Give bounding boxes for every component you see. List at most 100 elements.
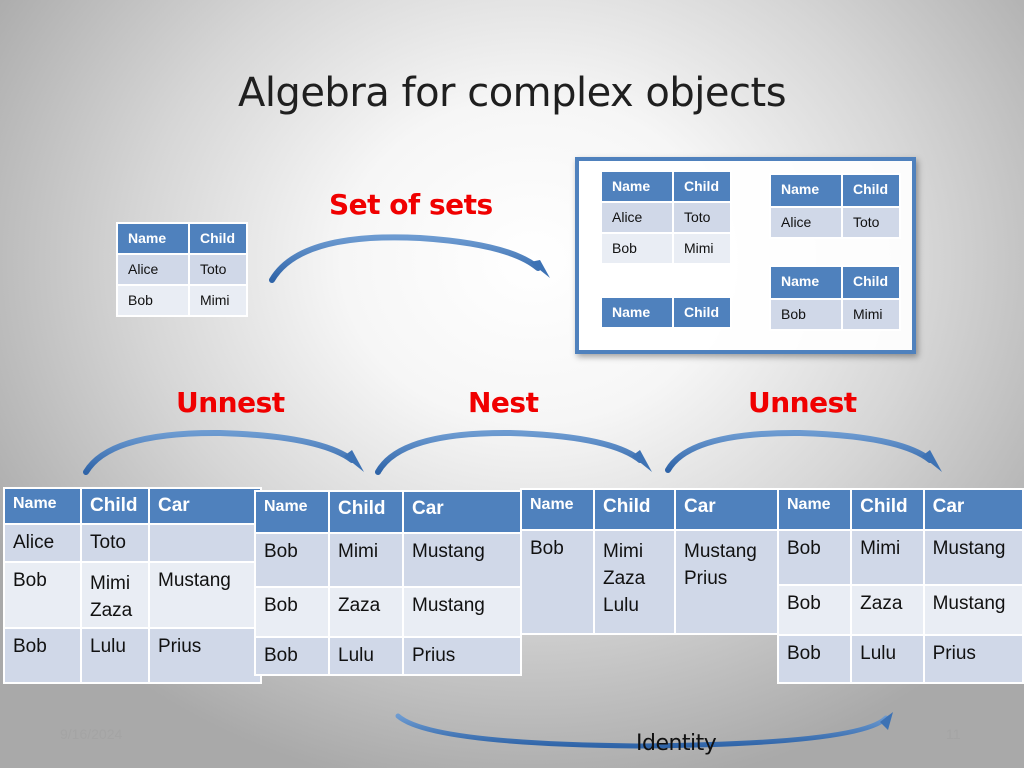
- table-header-row: Name Child Car: [254, 490, 522, 534]
- header-name: Name: [776, 488, 853, 531]
- cell: Mustang: [922, 529, 1024, 586]
- cell: Prius: [402, 636, 522, 676]
- header-name: Name: [3, 487, 82, 525]
- header-child: Child: [188, 222, 248, 255]
- cell: Zaza: [850, 584, 925, 636]
- cell: Mustang: [922, 584, 1024, 636]
- nested-table-2: Name Child Car Bob Mimi Zaza Lulu Mustan…: [520, 488, 782, 635]
- flat-table-2: Name Child Car Bob Mimi Mustang Bob Zaza…: [254, 490, 522, 676]
- header-name: Name: [769, 173, 843, 208]
- header-car: Car: [402, 490, 522, 534]
- table-header-row: Name Child: [116, 222, 248, 255]
- table-row: Bob Mimi Mustang: [254, 532, 522, 588]
- table-row: Bob Mimi: [769, 298, 901, 331]
- cell: Toto: [672, 201, 732, 234]
- table-row: Bob Mimi Mustang: [776, 529, 1024, 586]
- cell: Mimi Zaza: [80, 561, 150, 629]
- header-child: Child: [672, 296, 732, 329]
- table-header-row: Name Child Car: [3, 487, 262, 525]
- cell: Mustang: [148, 561, 262, 629]
- cell: Toto: [841, 206, 901, 239]
- cell: [148, 523, 262, 563]
- unnest-right-label: Unnest: [748, 386, 857, 419]
- header-car: Car: [148, 487, 262, 525]
- table-row: Bob Zaza Mustang: [776, 584, 1024, 636]
- table-row: Bob Lulu Prius: [776, 634, 1024, 684]
- header-name: Name: [254, 490, 330, 534]
- cell: Bob: [769, 298, 843, 331]
- header-child: Child: [850, 488, 925, 531]
- cell: Lulu: [80, 627, 150, 684]
- cell: Bob: [776, 584, 853, 636]
- set-alice-table: Name Child Alice Toto: [769, 173, 901, 239]
- header-child: Child: [841, 265, 901, 300]
- flat-table-3: Name Child Car Bob Mimi Mustang Bob Zaza…: [776, 488, 1024, 684]
- set-of-sets-label: Set of sets: [329, 188, 493, 221]
- cell: Lulu: [850, 634, 925, 684]
- header-car: Car: [674, 488, 782, 531]
- table-row: Bob Lulu Prius: [254, 636, 522, 676]
- set-outer-table: Name Child Alice Toto Bob Mimi: [600, 170, 732, 265]
- cell: Bob: [254, 586, 330, 638]
- cell: Zaza: [328, 586, 404, 638]
- cell: Bob: [3, 561, 82, 629]
- table-row: Bob Mimi: [116, 284, 248, 317]
- set-bob-table: Name Child Bob Mimi: [769, 265, 901, 331]
- header-name: Name: [116, 222, 190, 255]
- unnest-right-arrow: [665, 429, 942, 473]
- table-row: Bob Mimi Zaza Mustang: [3, 561, 262, 629]
- header-car: Car: [922, 488, 1024, 531]
- cell: Mimi Zaza Lulu: [593, 529, 676, 635]
- table-row: Bob Mimi Zaza Lulu Mustang Prius: [520, 529, 782, 635]
- table-row: Bob Lulu Prius: [3, 627, 262, 684]
- cell: Mimi: [328, 532, 404, 588]
- cell: Bob: [520, 529, 595, 635]
- cell: Mimi: [841, 298, 901, 331]
- cell: Lulu: [328, 636, 404, 676]
- header-name: Name: [769, 265, 843, 300]
- header-name: Name: [520, 488, 595, 531]
- table-header-row: Name Child: [600, 170, 732, 203]
- cell: Mustang: [402, 586, 522, 638]
- cell: Mimi: [850, 529, 925, 586]
- header-child: Child: [80, 487, 150, 525]
- table-header-row: Name Child: [769, 173, 901, 208]
- cell: Mustang Prius: [674, 529, 782, 635]
- cell: Bob: [254, 636, 330, 676]
- header-child: Child: [593, 488, 676, 531]
- cell: Prius: [922, 634, 1024, 684]
- footer-date: 9/16/2024: [60, 726, 123, 742]
- cell: Bob: [116, 284, 190, 317]
- unnest-left-arrow: [83, 429, 364, 475]
- table-row: Bob Zaza Mustang: [254, 586, 522, 638]
- unnest-left-label: Unnest: [176, 386, 285, 419]
- footer-page-number: 11: [946, 726, 961, 742]
- cell: Bob: [254, 532, 330, 588]
- cell: Bob: [3, 627, 82, 684]
- table-header-row: Name Child Car: [776, 488, 1024, 531]
- cell: Mustang: [402, 532, 522, 588]
- cell: Mimi: [672, 232, 732, 265]
- flat-table: Name Child Alice Toto Bob Mimi: [116, 222, 248, 317]
- table-row: Alice Toto: [769, 206, 901, 239]
- table-row: Alice Toto: [600, 201, 732, 234]
- table-row: Alice Toto: [116, 253, 248, 286]
- table-row: Bob Mimi: [600, 232, 732, 265]
- cell: Bob: [776, 634, 853, 684]
- cell: Mimi: [188, 284, 248, 317]
- nest-label: Nest: [468, 386, 539, 419]
- header-child: Child: [672, 170, 732, 203]
- table-row: Alice Toto: [3, 523, 262, 563]
- identity-label: Identity: [636, 731, 717, 756]
- cell: Alice: [769, 206, 843, 239]
- cell: Alice: [116, 253, 190, 286]
- header-child: Child: [328, 490, 404, 534]
- header-child: Child: [841, 173, 901, 208]
- set-empty-table: Name Child: [600, 296, 732, 329]
- header-name: Name: [600, 296, 674, 329]
- cell: Bob: [776, 529, 853, 586]
- cell: Alice: [600, 201, 674, 234]
- cell: Prius: [148, 627, 262, 684]
- slide-title: Algebra for complex objects: [237, 70, 787, 116]
- cell: Bob: [600, 232, 674, 265]
